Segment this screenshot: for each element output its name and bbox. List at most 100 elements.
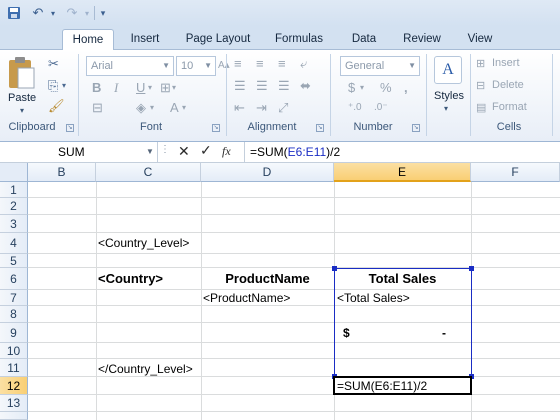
- cell-c11[interactable]: </Country_Level>: [98, 362, 193, 376]
- align-center-icon[interactable]: ☰: [256, 78, 268, 94]
- cancel-icon[interactable]: ✕: [178, 143, 198, 161]
- increase-indent-icon[interactable]: ⇥: [256, 100, 267, 116]
- range-handle[interactable]: [469, 266, 474, 271]
- underline-button[interactable]: U: [136, 80, 145, 96]
- row-header[interactable]: 10: [0, 343, 28, 359]
- styles-dropdown-icon[interactable]: ▾: [444, 104, 448, 113]
- number-launcher-icon[interactable]: ↘: [412, 124, 420, 132]
- styles-button[interactable]: Styles: [434, 90, 464, 102]
- tab-data[interactable]: Data: [344, 29, 384, 50]
- tab-insert[interactable]: Insert: [122, 29, 168, 50]
- orientation-icon[interactable]: ⤢: [278, 100, 288, 116]
- currency-dropdown-icon[interactable]: ▾: [360, 80, 364, 96]
- insert-function-button[interactable]: fx: [222, 144, 242, 160]
- align-right-icon[interactable]: ☰: [278, 78, 290, 94]
- redo-icon[interactable]: ↷: [62, 4, 82, 22]
- row-header[interactable]: 1: [0, 182, 28, 198]
- select-all-corner[interactable]: [0, 163, 28, 182]
- paste-icon[interactable]: [6, 56, 40, 92]
- row-header[interactable]: 12: [0, 377, 28, 395]
- percent-button[interactable]: %: [380, 80, 392, 96]
- cell-c6[interactable]: <Country>: [98, 271, 163, 286]
- redo-dropdown-icon[interactable]: ▾: [82, 4, 92, 22]
- row-header[interactable]: 5: [0, 254, 28, 268]
- copy-dropdown-icon[interactable]: ▾: [62, 78, 66, 94]
- undo-dropdown-icon[interactable]: ▾: [48, 4, 58, 22]
- cell-e12-editor[interactable]: =SUM(E6:E11)/2: [337, 379, 427, 393]
- font-size-select[interactable]: 10 ▼: [176, 56, 216, 76]
- column-header-e[interactable]: E: [334, 163, 471, 182]
- cell-c4[interactable]: <Country_Level>: [98, 236, 189, 250]
- decrease-decimal-icon[interactable]: .0⁻: [374, 100, 388, 116]
- decrease-font-icon[interactable]: ⊟: [92, 100, 103, 116]
- paste-dropdown-icon[interactable]: ▾: [20, 106, 24, 115]
- formula-input[interactable]: =SUM(E6:E11)/2: [250, 142, 340, 162]
- fill-color-icon[interactable]: ◈: [136, 100, 146, 116]
- row-header[interactable]: 6: [0, 268, 28, 290]
- tab-review[interactable]: Review: [398, 29, 446, 50]
- row-header[interactable]: 7: [0, 290, 28, 306]
- column-header-f[interactable]: F: [471, 163, 560, 182]
- borders-icon[interactable]: ⊞: [160, 80, 171, 96]
- font-launcher-icon[interactable]: ↘: [212, 124, 220, 132]
- save-icon[interactable]: [4, 4, 24, 22]
- paste-button[interactable]: Paste: [8, 92, 36, 104]
- grow-font-icon[interactable]: A▴: [218, 58, 230, 74]
- name-box-dropdown-icon[interactable]: ▼: [146, 147, 154, 156]
- copy-icon[interactable]: ⎘: [48, 78, 58, 94]
- fill-color-dropdown-icon[interactable]: ▾: [150, 100, 154, 116]
- clipboard-launcher-icon[interactable]: ↘: [66, 124, 74, 132]
- merge-cells-icon[interactable]: ⬌: [300, 78, 311, 94]
- cell-d7[interactable]: <ProductName>: [203, 291, 290, 305]
- insert-cells-button[interactable]: Insert: [492, 57, 520, 69]
- customize-toolbar-icon[interactable]: ▾: [97, 4, 109, 22]
- align-middle-icon[interactable]: ≡: [256, 56, 264, 72]
- resize-handle-icon[interactable]: ⋮: [160, 144, 178, 160]
- underline-dropdown-icon[interactable]: ▾: [148, 80, 152, 96]
- bold-button[interactable]: B: [92, 80, 101, 96]
- row-header[interactable]: 11: [0, 359, 28, 377]
- row-header[interactable]: 8: [0, 306, 28, 323]
- align-left-icon[interactable]: ☰: [234, 78, 246, 94]
- undo-icon[interactable]: ↶: [28, 4, 48, 22]
- format-cells-icon[interactable]: ▤: [476, 100, 486, 116]
- format-painter-icon[interactable]: 🖌: [48, 98, 65, 114]
- number-format-select[interactable]: General ▼: [340, 56, 420, 76]
- increase-decimal-icon[interactable]: ⁺.0: [348, 100, 362, 116]
- font-color-dropdown-icon[interactable]: ▾: [182, 100, 186, 116]
- font-color-icon[interactable]: A: [170, 100, 179, 116]
- insert-cells-icon[interactable]: ⊞: [476, 56, 485, 72]
- column-header-b[interactable]: B: [28, 163, 96, 182]
- comma-button[interactable]: ,: [404, 80, 408, 96]
- align-bottom-icon[interactable]: ≡: [278, 56, 286, 72]
- alignment-launcher-icon[interactable]: ↘: [316, 124, 324, 132]
- enter-icon[interactable]: ✓: [200, 142, 218, 160]
- delete-cells-button[interactable]: Delete: [492, 79, 524, 91]
- format-cells-button[interactable]: Format: [492, 101, 527, 113]
- row-header[interactable]: 3: [0, 215, 28, 233]
- styles-icon[interactable]: A: [434, 56, 462, 84]
- decrease-indent-icon[interactable]: ⇤: [234, 100, 245, 116]
- column-header-c[interactable]: C: [96, 163, 201, 182]
- tab-page-layout[interactable]: Page Layout: [182, 29, 254, 50]
- currency-button[interactable]: $: [348, 80, 355, 96]
- align-top-icon[interactable]: ≡: [234, 56, 242, 72]
- column-header-d[interactable]: D: [201, 163, 334, 182]
- row-header-partial[interactable]: [0, 412, 28, 420]
- tab-formulas[interactable]: Formulas: [268, 29, 330, 50]
- row-header[interactable]: 2: [0, 198, 28, 215]
- tab-view[interactable]: View: [460, 29, 500, 50]
- row-header[interactable]: 4: [0, 233, 28, 254]
- worksheet-grid[interactable]: B C D E F 1 2 3 4 5 6 7 8 9 10 11 12 13 …: [0, 163, 560, 420]
- row-header[interactable]: 13: [0, 395, 28, 412]
- cell-d6[interactable]: ProductName: [201, 271, 334, 286]
- font-name-select[interactable]: Arial ▼: [86, 56, 174, 76]
- italic-button[interactable]: I: [114, 80, 118, 96]
- row-header[interactable]: 9: [0, 323, 28, 343]
- name-box[interactable]: SUM: [0, 142, 158, 162]
- delete-cells-icon[interactable]: ⊟: [476, 78, 485, 94]
- wrap-text-icon[interactable]: ⤶: [300, 56, 307, 72]
- tab-home[interactable]: Home: [62, 29, 114, 51]
- range-handle[interactable]: [332, 266, 337, 271]
- cut-icon[interactable]: ✂: [48, 56, 59, 72]
